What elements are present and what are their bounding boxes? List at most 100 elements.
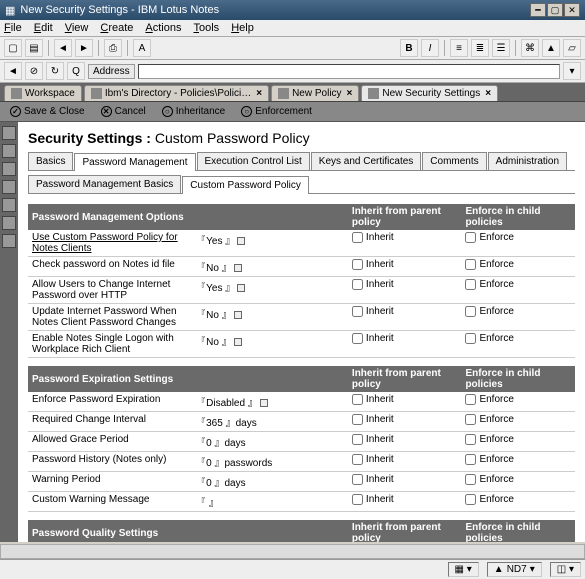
workspace-tab-1[interactable]: Ibm's Directory - Policies\Polici…×	[84, 85, 269, 101]
dropdown-icon[interactable]	[234, 264, 242, 272]
sub-tabs-custom-password-policy[interactable]: Custom Password Policy	[182, 176, 309, 194]
menu-edit[interactable]: Edit	[34, 22, 53, 34]
side-icon-6[interactable]	[2, 216, 16, 230]
nav-reload-icon[interactable]: ↻	[46, 62, 64, 80]
enforce-checkbox[interactable]: Enforce	[465, 232, 513, 243]
menu-help[interactable]: Help	[231, 22, 254, 34]
tab-close-icon[interactable]: ×	[256, 88, 262, 99]
menu-file[interactable]: File	[4, 22, 22, 34]
side-icon-4[interactable]	[2, 180, 16, 194]
tool-print-icon[interactable]: ⎙	[104, 39, 122, 57]
row-value[interactable]: 『365 』days	[193, 412, 348, 432]
menu-create[interactable]: Create	[100, 22, 133, 34]
side-icon-7[interactable]	[2, 234, 16, 248]
action-inheritance[interactable]: ○Inheritance	[158, 105, 229, 118]
tool-align-left-icon[interactable]: ≡	[450, 39, 468, 57]
inherit-checkbox[interactable]: Inherit	[352, 434, 394, 445]
dropdown-icon[interactable]	[234, 311, 242, 319]
address-input[interactable]	[138, 64, 560, 79]
tool-font-icon[interactable]: A	[133, 39, 151, 57]
main-tab-row: BasicsPassword ManagementExecution Contr…	[28, 152, 575, 171]
tool-link-icon[interactable]: ⌘	[521, 39, 539, 57]
enforce-checkbox[interactable]: Enforce	[465, 454, 513, 465]
workspace-tab-3[interactable]: New Security Settings×	[361, 85, 498, 101]
tool-back-icon[interactable]: ◄	[54, 39, 72, 57]
row-value[interactable]: 『0 』days	[193, 472, 348, 492]
dropdown-icon[interactable]	[260, 399, 268, 407]
tool-list-icon[interactable]: ☰	[492, 39, 510, 57]
main-tabs-keys-and-certificates[interactable]: Keys and Certificates	[311, 152, 422, 170]
row-value[interactable]: 『Disabled 』	[193, 392, 348, 412]
main-tabs-comments[interactable]: Comments	[422, 152, 486, 170]
enforce-checkbox[interactable]: Enforce	[465, 333, 513, 344]
nav-back-icon[interactable]: ◄	[4, 62, 22, 80]
row-value[interactable]: 『No 』	[193, 257, 348, 277]
enforce-checkbox[interactable]: Enforce	[465, 306, 513, 317]
side-icon-2[interactable]	[2, 144, 16, 158]
menu-view[interactable]: View	[65, 22, 89, 34]
enforce-checkbox[interactable]: Enforce	[465, 259, 513, 270]
menu-tools[interactable]: Tools	[194, 22, 220, 34]
inherit-checkbox[interactable]: Inherit	[352, 232, 394, 243]
row-value[interactable]: 『 』	[193, 492, 348, 512]
close-button[interactable]: ✕	[564, 3, 580, 17]
horizontal-scrollbar[interactable]	[0, 544, 585, 559]
inherit-checkbox[interactable]: Inherit	[352, 394, 394, 405]
tool-save-icon[interactable]: ▤	[25, 39, 43, 57]
enforce-checkbox[interactable]: Enforce	[465, 474, 513, 485]
tab-close-icon[interactable]: ×	[485, 88, 491, 99]
tool-bold-icon[interactable]: B	[400, 39, 418, 57]
side-icon-3[interactable]	[2, 162, 16, 176]
inherit-checkbox[interactable]: Inherit	[352, 494, 394, 505]
minimize-button[interactable]: ━	[530, 3, 546, 17]
status-server[interactable]: ▲ ND7 ▾	[487, 562, 542, 577]
tool-highlight-icon[interactable]: ▱	[563, 39, 581, 57]
workspace-tab-2[interactable]: New Policy×	[271, 85, 359, 101]
side-icon-5[interactable]	[2, 198, 16, 212]
row-value[interactable]: 『Yes 』	[193, 230, 348, 257]
enforce-checkbox[interactable]: Enforce	[465, 434, 513, 445]
side-icon-1[interactable]	[2, 126, 16, 140]
tab-close-icon[interactable]: ×	[347, 88, 353, 99]
tool-open-icon[interactable]: ▢	[4, 39, 22, 57]
main-tabs-administration[interactable]: Administration	[488, 152, 567, 170]
inherit-checkbox[interactable]: Inherit	[352, 454, 394, 465]
enforce-checkbox[interactable]: Enforce	[465, 394, 513, 405]
inherit-checkbox[interactable]: Inherit	[352, 474, 394, 485]
dropdown-icon[interactable]	[234, 338, 242, 346]
row-value[interactable]: 『Yes 』	[193, 277, 348, 304]
nav-search-icon[interactable]: Q	[67, 62, 85, 80]
tool-attach-icon[interactable]: ▲	[542, 39, 560, 57]
action-cancel[interactable]: ✕Cancel	[97, 105, 150, 118]
action-enforcement[interactable]: ○Enforcement	[237, 105, 316, 118]
main-tabs-password-management[interactable]: Password Management	[74, 153, 195, 171]
status-indicator-icon[interactable]: ▦ ▾	[448, 562, 479, 577]
tool-align-center-icon[interactable]: ≣	[471, 39, 489, 57]
main-tabs-execution-control-list[interactable]: Execution Control List	[197, 152, 310, 170]
row-value[interactable]: 『0 』passwords	[193, 452, 348, 472]
maximize-button[interactable]: ▢	[547, 3, 563, 17]
enforce-checkbox[interactable]: Enforce	[465, 494, 513, 505]
dropdown-icon[interactable]	[237, 284, 245, 292]
inherit-checkbox[interactable]: Inherit	[352, 306, 394, 317]
dropdown-icon[interactable]	[237, 237, 245, 245]
address-dropdown-icon[interactable]: ▾	[563, 62, 581, 80]
menu-actions[interactable]: Actions	[145, 22, 181, 34]
status-tray-icon[interactable]: ◫ ▾	[550, 562, 581, 577]
action-save-close[interactable]: ✓Save & Close	[6, 105, 89, 118]
enforce-checkbox[interactable]: Enforce	[465, 279, 513, 290]
main-tabs-basics[interactable]: Basics	[28, 152, 73, 170]
nav-stop-icon[interactable]: ⊘	[25, 62, 43, 80]
inherit-checkbox[interactable]: Inherit	[352, 333, 394, 344]
inherit-checkbox[interactable]: Inherit	[352, 414, 394, 425]
tool-forward-icon[interactable]: ►	[75, 39, 93, 57]
row-value[interactable]: 『No 』	[193, 331, 348, 358]
tool-italic-icon[interactable]: I	[421, 39, 439, 57]
inherit-checkbox[interactable]: Inherit	[352, 259, 394, 270]
row-value[interactable]: 『No 』	[193, 304, 348, 331]
workspace-tab-0[interactable]: Workspace	[4, 85, 82, 101]
enforce-checkbox[interactable]: Enforce	[465, 414, 513, 425]
sub-tabs-password-management-basics[interactable]: Password Management Basics	[28, 175, 181, 193]
inherit-checkbox[interactable]: Inherit	[352, 279, 394, 290]
row-value[interactable]: 『0 』days	[193, 432, 348, 452]
